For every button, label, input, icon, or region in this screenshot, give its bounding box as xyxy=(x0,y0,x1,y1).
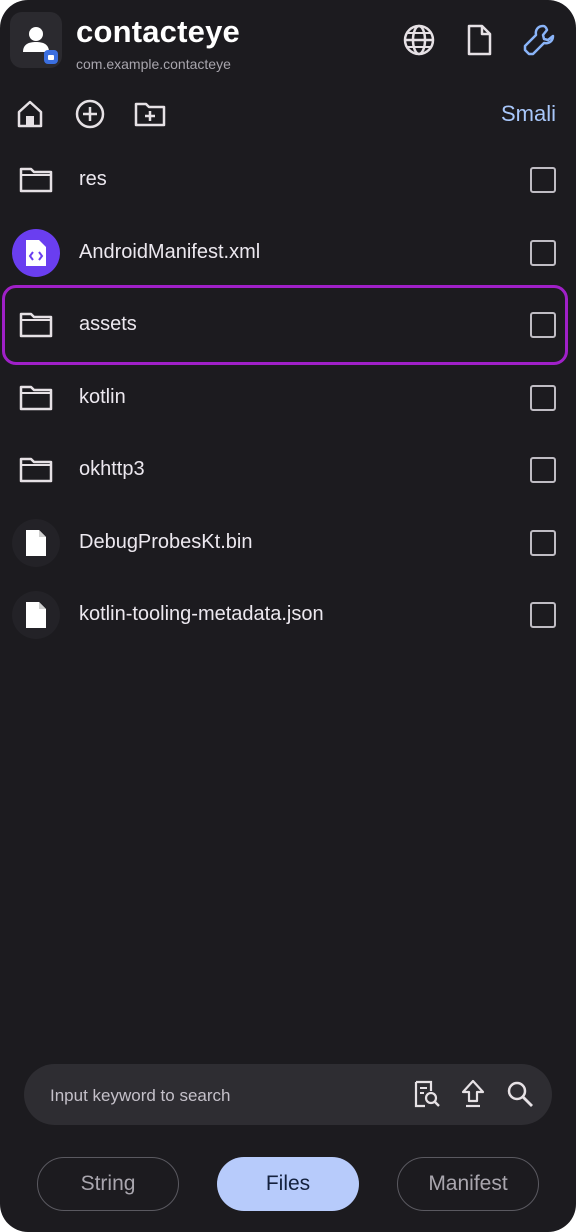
tools-button[interactable] xyxy=(519,20,559,60)
file-list: res AndroidManifest.xml assets kotlin ok… xyxy=(0,144,576,652)
select-checkbox[interactable] xyxy=(530,239,556,266)
folder-icon-wrap xyxy=(12,374,60,422)
code-file-icon xyxy=(26,239,46,266)
app-icon xyxy=(10,12,62,68)
new-folder-icon xyxy=(134,102,166,127)
globe-button[interactable] xyxy=(399,20,439,60)
tab-manifest[interactable]: Manifest xyxy=(397,1157,539,1211)
smali-link[interactable]: Smali xyxy=(501,101,556,127)
manifest-icon-wrap xyxy=(12,228,60,277)
add-button[interactable] xyxy=(70,94,110,134)
list-item-kotlin-tooling[interactable]: kotlin-tooling-metadata.json xyxy=(0,579,576,652)
app-screen: contacteye com.example.contacteye Smali … xyxy=(0,0,576,1232)
search-input[interactable] xyxy=(48,1064,412,1127)
add-circle-icon xyxy=(75,99,105,129)
select-checkbox[interactable] xyxy=(530,457,556,483)
tab-string[interactable]: String xyxy=(37,1157,179,1211)
wrench-icon xyxy=(523,24,555,56)
home-icon xyxy=(17,100,43,128)
home-button[interactable] xyxy=(10,94,50,134)
find-in-page-icon xyxy=(414,1080,440,1108)
file-name: res xyxy=(79,168,107,190)
document-button[interactable] xyxy=(459,20,499,60)
folder-icon xyxy=(19,312,53,338)
file-icon-wrap xyxy=(12,591,60,639)
folder-icon-wrap xyxy=(12,156,60,204)
folder-icon-wrap xyxy=(12,301,60,349)
select-checkbox[interactable] xyxy=(530,384,556,411)
file-name: kotlin-tooling-metadata.json xyxy=(79,603,324,625)
select-checkbox[interactable] xyxy=(530,529,556,556)
select-checkbox[interactable] xyxy=(530,602,556,628)
app-header: contacteye com.example.contacteye xyxy=(0,0,576,80)
folder-icon xyxy=(19,385,53,410)
upload-button[interactable] xyxy=(455,1076,491,1112)
select-checkbox[interactable] xyxy=(530,167,556,193)
search-button[interactable] xyxy=(502,1076,538,1112)
list-item-debugprobes[interactable]: DebugProbesKt.bin xyxy=(0,507,576,580)
list-item-okhttp3[interactable]: okhttp3 xyxy=(0,434,576,507)
search-bar xyxy=(24,1064,552,1127)
file-name: AndroidManifest.xml xyxy=(79,240,261,263)
upload-arrow-icon xyxy=(461,1079,485,1108)
file-name: assets xyxy=(79,313,137,335)
list-item-kotlin[interactable]: kotlin xyxy=(0,362,576,435)
app-title: contacteye xyxy=(76,14,240,49)
tab-files[interactable]: Files xyxy=(217,1157,359,1211)
select-checkbox[interactable] xyxy=(530,312,556,338)
list-item-androidmanifest[interactable]: AndroidManifest.xml xyxy=(0,217,576,290)
new-folder-button[interactable] xyxy=(130,94,170,134)
search-icon xyxy=(507,1081,533,1107)
file-icon-wrap xyxy=(12,518,60,567)
folder-icon xyxy=(19,167,53,193)
folder-icon xyxy=(19,457,53,483)
file-icon xyxy=(26,602,46,628)
globe-icon xyxy=(403,24,435,56)
file-icon xyxy=(26,529,46,556)
find-in-page-button[interactable] xyxy=(408,1076,444,1112)
list-item-assets[interactable]: assets xyxy=(0,285,576,365)
file-name: okhttp3 xyxy=(79,458,145,480)
file-name: DebugProbesKt.bin xyxy=(79,530,253,553)
folder-icon-wrap xyxy=(12,446,60,494)
package-name: com.example.contacteye xyxy=(76,56,231,72)
document-icon xyxy=(467,24,492,56)
contact-person-icon xyxy=(23,27,58,64)
list-item-res[interactable]: res xyxy=(0,144,576,217)
file-name: kotlin xyxy=(79,385,126,408)
